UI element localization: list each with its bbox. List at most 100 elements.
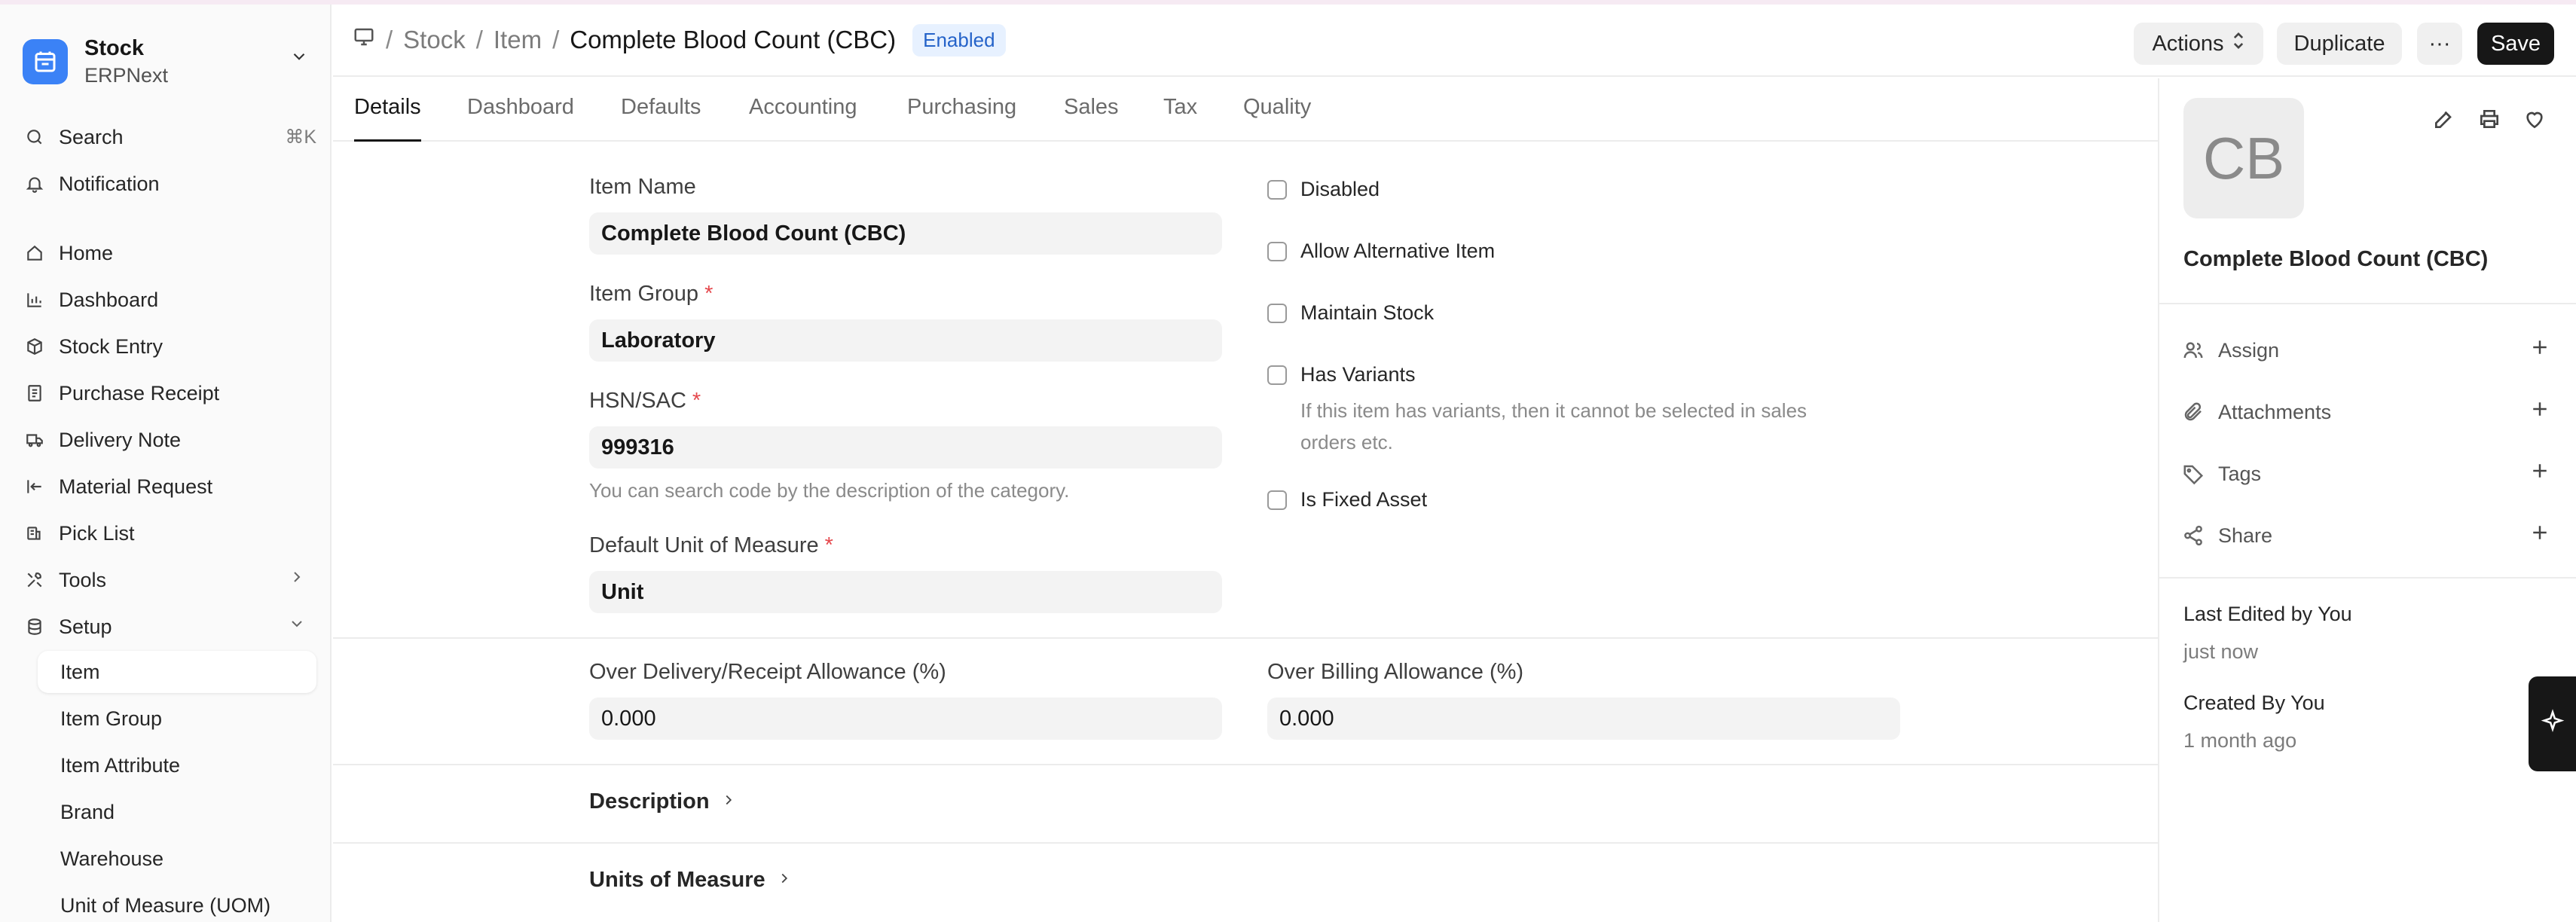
sidebar-item-purchase-receipt[interactable]: Purchase Receipt	[23, 374, 316, 413]
tab-accounting[interactable]: Accounting	[749, 95, 857, 142]
search-icon	[23, 125, 47, 149]
print-icon[interactable]	[2477, 107, 2501, 136]
app-name: Stock	[84, 36, 144, 60]
uom-section-toggle[interactable]: Units of Measure	[589, 868, 793, 893]
chevron-right-icon	[776, 868, 793, 893]
checkbox-box[interactable]	[1267, 365, 1287, 385]
duplicate-button[interactable]: Duplicate	[2277, 23, 2402, 65]
assign-row[interactable]: Assign	[2182, 331, 2551, 369]
checkbox-box[interactable]	[1267, 303, 1287, 323]
updown-chevron-icon	[2232, 31, 2245, 56]
created-by-label: Created By You	[2183, 692, 2325, 714]
duplicate-label: Duplicate	[2293, 31, 2385, 56]
sidebar-search-label: Search	[59, 125, 124, 148]
sidebar-subitem-brand[interactable]: Brand	[38, 791, 316, 833]
panel-divider	[2159, 303, 2576, 304]
plus-icon[interactable]	[2529, 398, 2551, 426]
sidebar-subitem-item[interactable]: Item	[38, 651, 316, 693]
over-billing-field[interactable]: 0.000	[1267, 698, 1900, 740]
plus-icon[interactable]	[2529, 521, 2551, 549]
sidebar-item-setup[interactable]: Setup	[23, 607, 316, 646]
allow-alternative-checkbox[interactable]: Allow Alternative Item	[1267, 240, 1495, 263]
allow-alternative-label: Allow Alternative Item	[1300, 240, 1496, 262]
truck-icon	[23, 428, 47, 452]
required-marker: *	[704, 282, 714, 306]
over-delivery-field[interactable]: 0.000	[589, 698, 1222, 740]
sidebar-item-label: Tools	[59, 568, 107, 591]
maintain-stock-checkbox[interactable]: Maintain Stock	[1267, 301, 1434, 325]
sidebar-item-home[interactable]: Home	[23, 234, 316, 273]
plus-icon[interactable]	[2529, 336, 2551, 364]
sidebar-item-label: Material Request	[59, 475, 213, 498]
arrow-left-bar-icon	[23, 475, 47, 499]
hsn-sac-field[interactable]: 999316	[589, 426, 1222, 469]
sidebar-subitem-item-attribute[interactable]: Item Attribute	[38, 744, 316, 786]
sidebar-item-delivery-note[interactable]: Delivery Note	[23, 420, 316, 459]
tab-details[interactable]: Details	[354, 95, 421, 142]
share-row[interactable]: Share	[2182, 517, 2551, 554]
chevron-right-icon	[720, 789, 737, 814]
sidebar-item-label: Setup	[59, 615, 112, 638]
save-button[interactable]: Save	[2477, 23, 2554, 65]
sidebar-subitem-label: Item Attribute	[60, 753, 181, 777]
checkbox-box[interactable]	[1267, 179, 1287, 200]
sidebar-item-label: Home	[59, 241, 114, 264]
sidebar-subitem-label: Item	[60, 660, 100, 683]
default-uom-field[interactable]: Unit	[589, 571, 1222, 613]
sidebar-notification[interactable]: Notification	[23, 164, 316, 203]
attachments-row[interactable]: Attachments	[2182, 393, 2551, 431]
edit-icon[interactable]	[2432, 107, 2456, 136]
record-title: Complete Blood Count (CBC)	[2183, 247, 2489, 271]
sidebar-item-label: Pick List	[59, 521, 135, 545]
is-fixed-asset-label: Is Fixed Asset	[1300, 488, 1428, 511]
tags-row[interactable]: Tags	[2182, 455, 2551, 493]
actions-button[interactable]: Actions	[2134, 23, 2263, 65]
item-group-label-text: Item Group	[589, 282, 699, 306]
desktop-icon[interactable]	[353, 26, 375, 54]
sidebar-item-stock-entry[interactable]: Stock Entry	[23, 327, 316, 366]
sidebar-item-label: Purchase Receipt	[59, 381, 220, 405]
tab-dashboard[interactable]: Dashboard	[467, 95, 574, 142]
share-label: Share	[2218, 524, 2273, 547]
sidebar-item-pick-list[interactable]: Pick List	[23, 514, 316, 553]
ai-assistant-button[interactable]	[2529, 676, 2576, 771]
tab-sales[interactable]: Sales	[1064, 95, 1119, 142]
checkbox-box[interactable]	[1267, 241, 1287, 261]
receipt-icon	[23, 381, 47, 405]
sidebar-search[interactable]: Search ⌘K	[23, 118, 316, 157]
hsn-sac-label: HSN/SAC *	[589, 389, 701, 414]
description-section-toggle[interactable]: Description	[589, 789, 737, 814]
sidebar-item-dashboard[interactable]: Dashboard	[23, 280, 316, 319]
avatar[interactable]: CB	[2183, 98, 2304, 218]
required-marker: *	[824, 533, 833, 557]
checkbox-box[interactable]	[1267, 490, 1287, 510]
sidebar-subitem-warehouse[interactable]: Warehouse	[38, 838, 316, 880]
app-switcher[interactable]: Stock ERPNext	[23, 30, 316, 93]
item-name-field[interactable]: Complete Blood Count (CBC)	[589, 212, 1222, 255]
section-divider	[333, 842, 2158, 844]
breadcrumb: / Stock / Item / Complete Blood Count (C…	[353, 23, 1006, 57]
plus-icon[interactable]	[2529, 459, 2551, 487]
item-group-field[interactable]: Laboratory	[589, 319, 1222, 362]
sidebar-item-material-request[interactable]: Material Request	[23, 467, 316, 506]
sidebar-subitem-item-group[interactable]: Item Group	[38, 698, 316, 740]
sidebar-subitem-label: Brand	[60, 800, 115, 823]
disabled-checkbox[interactable]: Disabled	[1267, 178, 1380, 201]
save-label: Save	[2490, 31, 2541, 56]
tab-defaults[interactable]: Defaults	[621, 95, 701, 142]
tab-purchasing[interactable]: Purchasing	[907, 95, 1016, 142]
sidebar-subitem-uom[interactable]: Unit of Measure (UOM)	[38, 884, 316, 922]
sidebar-item-tools[interactable]: Tools	[23, 560, 316, 600]
is-fixed-asset-checkbox[interactable]: Is Fixed Asset	[1267, 488, 1427, 511]
tab-quality[interactable]: Quality	[1243, 95, 1311, 142]
has-variants-checkbox[interactable]: Has Variants	[1267, 363, 1416, 386]
breadcrumb-item[interactable]: Item	[494, 26, 542, 54]
more-button[interactable]: ···	[2417, 23, 2462, 65]
sidebar-notification-label: Notification	[59, 172, 160, 195]
last-edited-label: Last Edited by You	[2183, 603, 2352, 625]
tab-tax[interactable]: Tax	[1163, 95, 1197, 142]
heart-icon[interactable]	[2523, 107, 2547, 136]
tools-icon	[23, 568, 47, 592]
breadcrumb-stock[interactable]: Stock	[403, 26, 466, 54]
page-title: Complete Blood Count (CBC)	[570, 26, 897, 53]
